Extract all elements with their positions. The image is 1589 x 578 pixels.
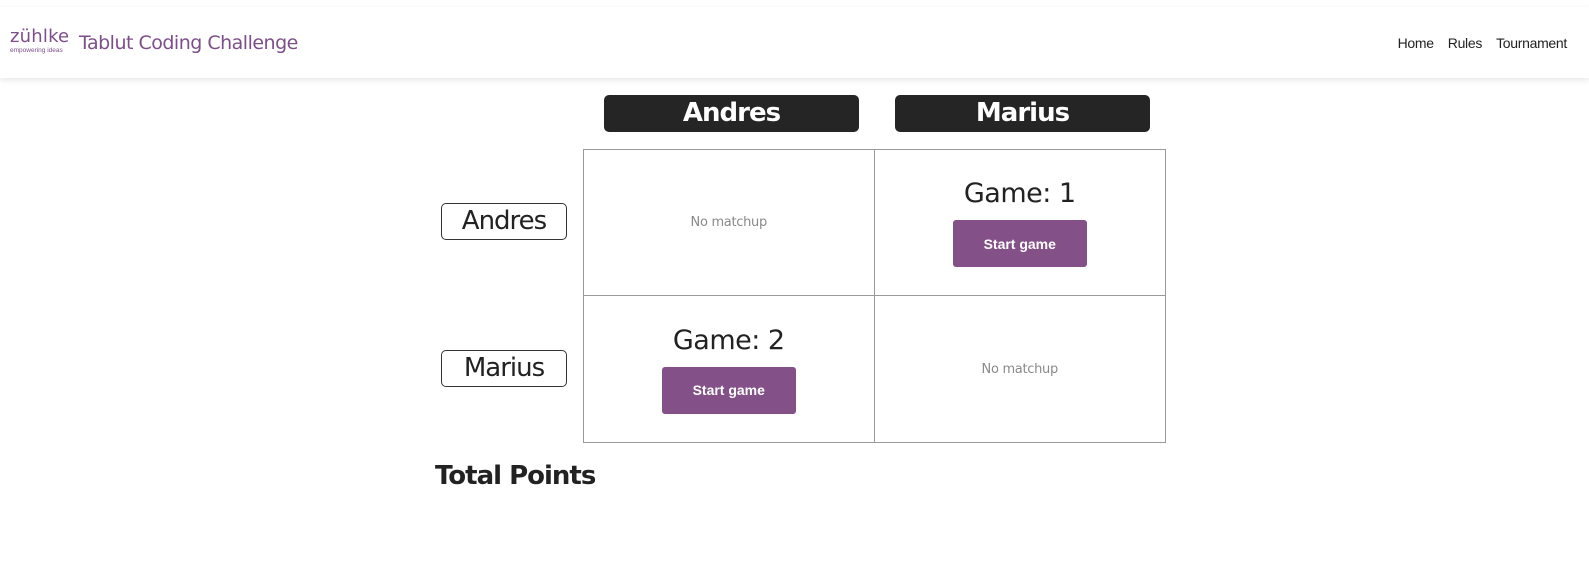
column-header-player-2: Marius (895, 95, 1150, 132)
matchup-cell: No matchup (584, 150, 875, 296)
zuhlke-logo[interactable]: zühlke empowering ideas (10, 26, 70, 57)
no-matchup-label: No matchup (981, 361, 1059, 377)
game-label: Game: 2 (672, 324, 785, 356)
no-matchup-label: No matchup (690, 215, 768, 230)
app-title[interactable]: Tablut Coding Challenge (79, 31, 298, 55)
start-game-button[interactable]: Start game (661, 366, 796, 414)
game-label: Game: 1 (963, 178, 1076, 209)
logo-wordmark: zühlke (10, 26, 70, 47)
top-navbar: zühlke empowering ideas Tablut Coding Ch… (0, 7, 1589, 78)
start-game-button[interactable]: Start game (952, 220, 1087, 267)
nav-link-rules[interactable]: Rules (1448, 34, 1483, 52)
column-header-player-1: Andres (604, 95, 859, 132)
total-points-heading: Total Points (435, 461, 596, 491)
matchup-cell: Game: 2 Start game (584, 296, 875, 442)
row-header-player-2: Marius (441, 350, 567, 387)
matchup-cell: No matchup (875, 296, 1166, 442)
matchup-grid: No matchup Game: 1 Start game Game: 2 St… (583, 149, 1166, 443)
nav-links: Home Rules Tournament (1384, 34, 1568, 52)
matchup-cell: Game: 1 Start game (874, 150, 1165, 296)
row-header-player-1: Andres (441, 203, 567, 240)
logo-tagline: empowering ideas (10, 47, 63, 54)
nav-link-tournament[interactable]: Tournament (1496, 34, 1567, 52)
nav-link-home[interactable]: Home (1398, 34, 1434, 52)
